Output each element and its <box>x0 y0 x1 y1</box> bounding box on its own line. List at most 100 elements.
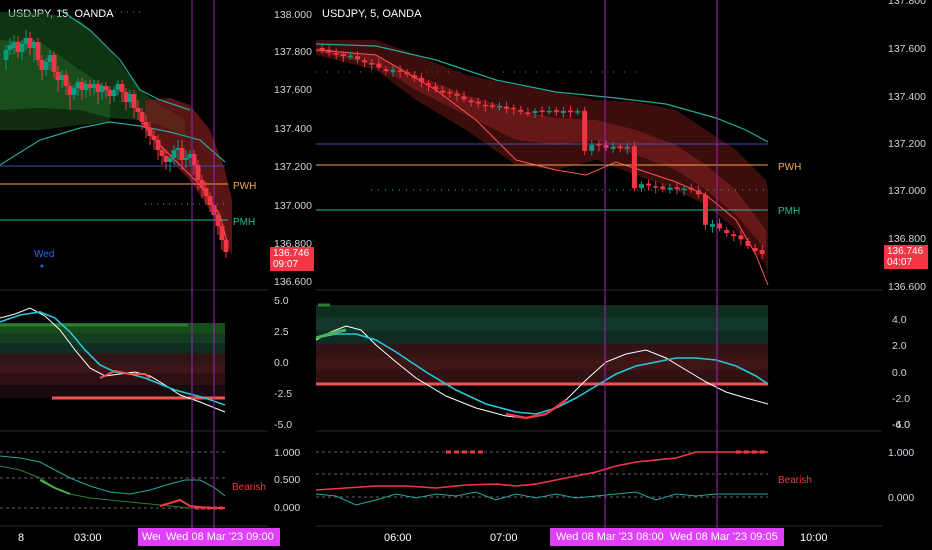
right-osc-tick: 4.0 <box>892 314 907 326</box>
left-candle <box>167 158 173 162</box>
right-price-tick: 137.200 <box>888 138 926 150</box>
right-time-label-3: 10:00 <box>800 532 828 544</box>
right-price-tick: 137.000 <box>888 185 926 197</box>
left-osc-band <box>0 343 225 353</box>
left-candle <box>103 86 109 90</box>
left-bear-cloud <box>145 98 232 255</box>
right-candle <box>603 145 609 148</box>
left-candle <box>147 128 153 136</box>
left-bottom-green-line <box>0 465 225 509</box>
left-time-label-1: 8 <box>18 532 25 544</box>
right-candle <box>518 109 524 112</box>
right-candle <box>674 187 680 190</box>
left-price-axis[interactable]: 138.000 137.800 137.600 137.400 137.200 137.0… <box>268 0 316 550</box>
right-candle <box>426 83 431 86</box>
left-chart-pane[interactable]: USDJPY, 15, OANDA PWH PMH Wed Bearish <box>0 0 268 550</box>
left-price-tick: 137.400 <box>274 123 312 135</box>
left-bottom-green-highlight <box>39 479 71 495</box>
left-osc-tick: -2.5 <box>274 388 292 400</box>
right-bottom-red-line <box>316 451 768 491</box>
right-pmh-label: PMH <box>778 206 800 217</box>
right-candle <box>340 54 346 56</box>
right-osc-band <box>316 331 768 344</box>
right-candle <box>589 144 595 151</box>
right-candle <box>347 55 353 58</box>
right-candle <box>511 107 517 110</box>
left-osc-tick: -5.0 <box>274 419 292 431</box>
right-candle <box>724 230 730 233</box>
left-osc-band <box>0 333 225 343</box>
left-candle <box>159 150 165 156</box>
left-time-cursor-2: Wed 08 Mar '23 09:00 <box>160 528 280 546</box>
right-candle <box>355 56 360 60</box>
right-last-price-tag: 136.746 04:07 <box>884 245 928 269</box>
right-candle <box>461 96 467 100</box>
right-candle <box>326 49 332 53</box>
right-candle <box>624 147 630 149</box>
left-price-tick: 138.000 <box>274 9 312 21</box>
right-osc-tick: 0.0 <box>892 367 907 379</box>
left-time-label-2: 03:00 <box>74 532 102 544</box>
right-osc-band <box>316 344 768 357</box>
right-price-tick: 136.800 <box>888 233 926 245</box>
right-chart-canvas[interactable]: USDJPY, 5, OANDA PWH PMH Bearish <box>316 0 882 550</box>
right-candle <box>596 143 602 146</box>
right-osc-tick: -6.0 <box>892 419 910 431</box>
left-candle <box>171 150 177 158</box>
right-candle <box>660 186 666 190</box>
right-bearish-label: Bearish <box>778 475 812 486</box>
right-price-tick: 137.600 <box>888 43 926 55</box>
right-candle <box>454 93 460 96</box>
right-time-cursor-1: Wed 08 Mar '23 08:00 <box>550 528 670 546</box>
right-chart-pane[interactable]: USDJPY, 5, OANDA PWH PMH Bearish <box>316 0 882 550</box>
right-candle <box>681 188 687 191</box>
right-price-tick: 137.400 <box>888 91 926 103</box>
left-bottom-tick: 0.500 <box>274 474 300 486</box>
left-chart-canvas[interactable]: USDJPY, 15, OANDA PWHPMHWedBearish <box>0 0 268 550</box>
right-candle <box>695 190 701 195</box>
right-candle <box>468 100 474 103</box>
left-candle <box>195 165 201 180</box>
left-pmh-label: PMH <box>233 217 255 228</box>
left-candle <box>183 158 189 160</box>
left-axis-canvas: 138.000 137.800 137.600 137.400 137.200 137.0… <box>274 9 312 514</box>
left-bottom-tick: 1.000 <box>274 447 300 459</box>
right-candle <box>404 72 410 75</box>
right-candle <box>688 187 694 190</box>
right-candle <box>731 234 737 237</box>
left-osc-tick: 2.5 <box>274 326 289 338</box>
right-candle <box>397 70 403 72</box>
left-candle <box>199 180 205 188</box>
left-price-tick: 137.600 <box>274 84 312 96</box>
right-candle <box>759 250 765 254</box>
left-pwh-label: PWH <box>233 181 256 192</box>
right-bear-cloud-outer <box>316 40 768 280</box>
left-candle <box>215 215 221 226</box>
left-day-marker: Wed <box>34 249 54 260</box>
left-osc-tick: 0.0 <box>274 357 289 369</box>
right-price-tick: 136.600 <box>888 281 926 293</box>
right-osc-tick: 2.0 <box>892 340 907 352</box>
right-candle <box>653 186 659 188</box>
left-candle <box>131 94 137 108</box>
right-time-cursor-2: Wed 08 Mar '23 09:05 <box>664 528 784 546</box>
left-candle <box>139 112 145 122</box>
right-candle <box>475 101 481 104</box>
right-candle <box>560 111 566 113</box>
left-price-tick: 137.200 <box>274 161 312 173</box>
right-candle <box>617 146 623 148</box>
right-bottom-tick: 1.000 <box>888 447 914 459</box>
right-osc-red-segment <box>505 398 567 420</box>
left-osc-tick: 5.0 <box>274 295 289 307</box>
right-candle <box>646 183 652 186</box>
right-price-axis[interactable]: 137.800 137.600 137.400 137.200 137.000 136.8… <box>882 0 932 550</box>
right-candle <box>745 241 751 246</box>
right-candle <box>411 75 417 79</box>
right-candle <box>568 110 573 113</box>
right-last-price: 136.746 <box>887 246 924 257</box>
left-countdown: 09:07 <box>273 259 299 270</box>
right-candle <box>582 110 588 151</box>
right-osc-tick: -2.0 <box>892 393 910 405</box>
right-time-label-2: 07:00 <box>490 532 518 544</box>
right-candle <box>383 69 389 72</box>
